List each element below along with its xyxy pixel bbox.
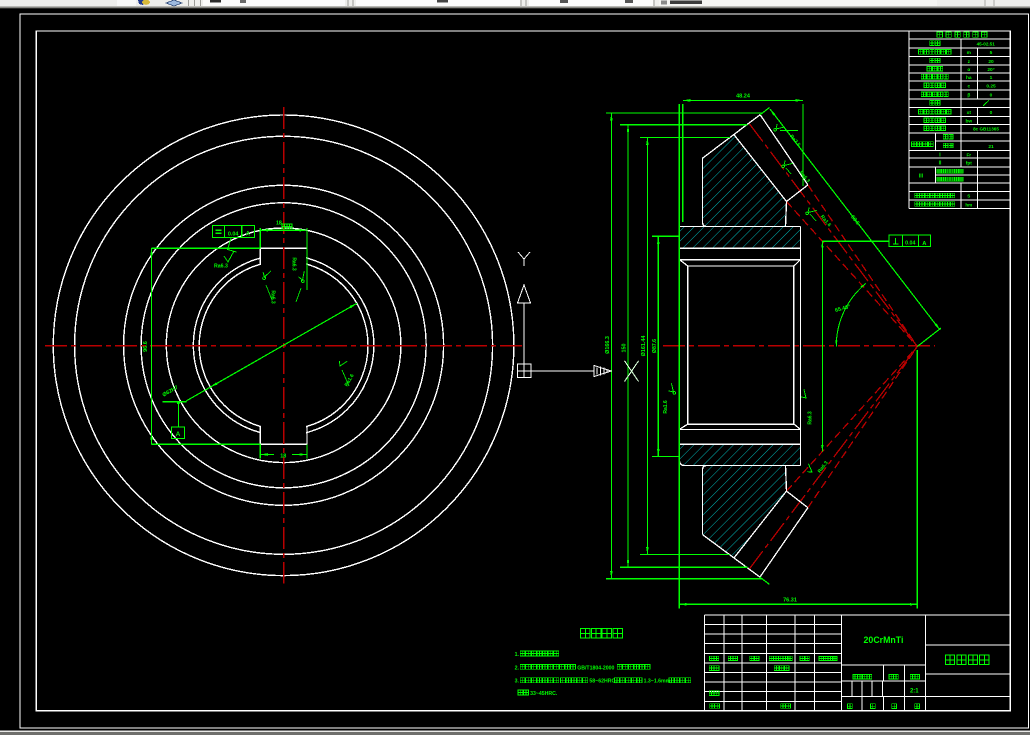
svg-text:0.04: 0.04 bbox=[905, 241, 915, 247]
svg-text:A: A bbox=[246, 232, 251, 238]
svg-text:18: 18 bbox=[280, 453, 286, 459]
svg-text:Ra1.6: Ra1.6 bbox=[663, 400, 669, 414]
svg-text:3.: 3. bbox=[515, 679, 520, 685]
svg-text:fpt: fpt bbox=[966, 161, 972, 166]
svg-text:1.3~1.6mm,: 1.3~1.6mm, bbox=[644, 679, 673, 685]
svg-text:0.25: 0.25 bbox=[986, 84, 996, 90]
svg-text:45-02.51: 45-02.51 bbox=[977, 41, 996, 46]
svg-text:0: 0 bbox=[990, 110, 993, 116]
svg-text:GB/T1804-2000: GB/T1804-2000 bbox=[577, 665, 614, 671]
svg-text:bw: bw bbox=[965, 119, 972, 125]
svg-text:5: 5 bbox=[990, 50, 993, 56]
svg-text:96.6: 96.6 bbox=[143, 341, 149, 352]
svg-text:18: 18 bbox=[276, 221, 282, 227]
svg-text:Fr: Fr bbox=[967, 152, 972, 157]
svg-text:21: 21 bbox=[988, 144, 994, 150]
svg-text:76.31: 76.31 bbox=[783, 597, 797, 603]
svg-text:33~45HRC.: 33~45HRC. bbox=[530, 691, 558, 697]
svg-text:2:1: 2:1 bbox=[910, 689, 919, 695]
svg-text:48.24: 48.24 bbox=[736, 94, 751, 100]
svg-text:hm: hm bbox=[965, 202, 972, 207]
svg-text:20: 20 bbox=[988, 59, 994, 65]
svg-text:xt: xt bbox=[967, 110, 972, 116]
svg-text:A: A bbox=[176, 431, 181, 438]
svg-text:150: 150 bbox=[622, 344, 628, 353]
svg-text:m: m bbox=[967, 51, 971, 56]
svg-text:1.: 1. bbox=[515, 652, 520, 658]
svg-text:2.: 2. bbox=[515, 665, 520, 671]
svg-text:20°: 20° bbox=[987, 67, 994, 73]
svg-text:Ø87.6: Ø87.6 bbox=[652, 339, 658, 353]
svg-text:0.04: 0.04 bbox=[228, 231, 239, 237]
svg-text:β: β bbox=[967, 93, 970, 99]
svg-text:Ø166.3: Ø166.3 bbox=[605, 336, 611, 354]
svg-text:Ra6.3: Ra6.3 bbox=[808, 411, 814, 425]
svg-text:S: S bbox=[967, 194, 970, 199]
svg-text:58~62HRC,: 58~62HRC, bbox=[589, 679, 617, 685]
svg-text:ha: ha bbox=[966, 75, 972, 81]
svg-text:III: III bbox=[919, 174, 924, 180]
svg-text:20CrMnTi: 20CrMnTi bbox=[864, 635, 904, 645]
svg-text:Ra6.3: Ra6.3 bbox=[270, 290, 276, 304]
svg-text:Ra6.3: Ra6.3 bbox=[291, 257, 297, 271]
svg-text:α: α bbox=[967, 68, 970, 73]
svg-text:0: 0 bbox=[990, 93, 993, 99]
svg-text:c: c bbox=[967, 85, 970, 90]
svg-text:Ø161.44: Ø161.44 bbox=[641, 336, 647, 357]
svg-text:Ra6.3: Ra6.3 bbox=[214, 264, 228, 270]
svg-text:8c GB11365: 8c GB11365 bbox=[973, 127, 999, 132]
svg-text:1: 1 bbox=[990, 75, 993, 81]
